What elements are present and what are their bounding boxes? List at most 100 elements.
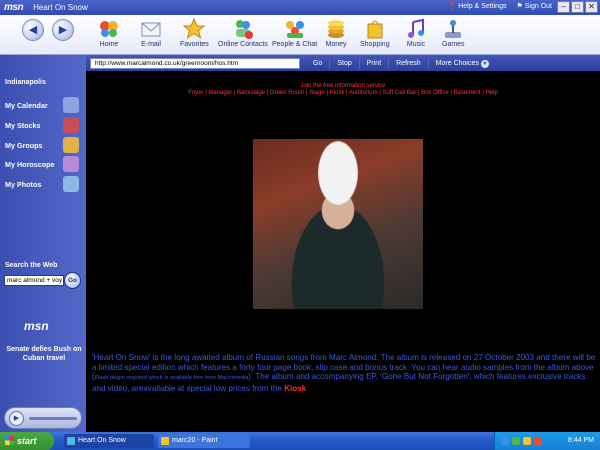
sidebar-item-label: My Horoscope <box>5 159 55 169</box>
clock-icon <box>63 97 79 113</box>
forward-button[interactable]: ▶ <box>52 19 74 41</box>
msn-window-icon <box>67 437 75 445</box>
kiosk-link[interactable]: Kiosk <box>284 384 306 393</box>
back-arrow-icon: ◀ <box>28 24 38 36</box>
contacts-icon <box>232 18 254 40</box>
toolbar-favorites[interactable]: Favorites <box>180 17 209 48</box>
toolbar-email[interactable]: E-mail <box>140 18 162 48</box>
network-icon[interactable] <box>501 437 509 445</box>
horoscope-icon <box>63 156 79 172</box>
sign-out-icon: ⚑ <box>516 3 523 10</box>
print-button[interactable]: Print <box>358 57 388 69</box>
envelope-icon <box>140 18 162 40</box>
sidebar-item-my-groups[interactable]: My Groups <box>5 137 81 153</box>
weather-city[interactable]: Indianapolis <box>5 79 46 86</box>
toolbar-people-chat-label: People & Chat <box>272 41 318 48</box>
toolbar-shopping-label: Shopping <box>360 41 390 48</box>
paint-icon <box>161 437 169 445</box>
address-bar: http://www.marcalmond.co.uk/greenroom/ho… <box>86 57 496 69</box>
toolbar-money[interactable]: Money <box>325 18 347 48</box>
star-icon <box>182 17 206 40</box>
close-button[interactable]: ✕ <box>585 1 598 13</box>
taskbar-item-heart-on-snow[interactable]: Heart On Snow <box>64 434 154 448</box>
taskbar: start Heart On Snow marc20 - Paint 8:44 … <box>0 432 600 450</box>
sidebar-item-my-calendar[interactable]: My Calendar <box>5 97 81 113</box>
more-choices-label: More Choices <box>435 59 479 67</box>
taskbar-item-paint[interactable]: marc20 - Paint <box>158 434 250 448</box>
chevron-down-icon: ▾ <box>480 59 489 68</box>
toolbar-online-contacts[interactable]: Online Contacts <box>218 18 268 48</box>
system-tray: 8:44 PM <box>494 432 600 450</box>
toolbar-online-contacts-label: Online Contacts <box>218 41 268 48</box>
sidebar-item-label: My Photos <box>5 179 42 189</box>
butterfly-icon <box>98 18 120 40</box>
toolbar-email-label: E-mail <box>141 41 161 48</box>
search-go-button[interactable]: Go <box>64 272 81 289</box>
more-choices-button[interactable]: More Choices ▾ <box>427 57 496 69</box>
task-label: Heart On Snow <box>78 437 126 444</box>
start-button[interactable]: start <box>0 432 54 450</box>
address-input[interactable]: http://www.marcalmond.co.uk/greenroom/ho… <box>90 57 300 69</box>
toolbar-games[interactable]: Games <box>442 18 465 48</box>
sidebar-item-my-stocks[interactable]: My Stocks <box>5 117 81 133</box>
album-photo <box>253 139 423 309</box>
forward-arrow-icon: ▶ <box>58 24 68 36</box>
people-icon <box>284 18 306 40</box>
refresh-button[interactable]: Refresh <box>388 57 428 69</box>
sign-out-label: Sign Out <box>524 2 552 10</box>
toolbar-money-label: Money <box>325 41 347 48</box>
toolbar-favorites-label: Favorites <box>180 41 209 48</box>
media-player: ▶ <box>4 407 82 429</box>
maximize-button[interactable]: □ <box>571 1 584 13</box>
stocks-chart-icon <box>63 117 79 133</box>
joystick-icon <box>442 18 464 40</box>
minimize-button[interactable]: – <box>557 1 570 13</box>
toolbar-games-label: Games <box>442 41 465 48</box>
messenger-icon[interactable] <box>512 437 520 445</box>
music-note-icon <box>405 18 427 40</box>
toolbar-home-label: Home <box>99 41 119 48</box>
search-web-label: Search the Web <box>5 262 58 269</box>
sidebar: Indianapolis My Calendar My Stocks My Gr… <box>0 55 86 432</box>
security-icon[interactable] <box>534 437 542 445</box>
volume-icon[interactable] <box>523 437 531 445</box>
web-page-content: Join the free information service Foyer … <box>86 71 600 432</box>
news-headline-link[interactable]: Senate defies Bush on Cuban travel <box>6 345 82 363</box>
stop-button[interactable]: Stop <box>329 57 358 69</box>
coins-icon <box>325 18 347 40</box>
help-icon: ❓ <box>447 3 457 10</box>
back-button[interactable]: ◀ <box>22 19 44 41</box>
join-link[interactable]: Join the free information service <box>86 83 600 89</box>
go-button[interactable]: Go <box>306 58 329 69</box>
site-nav-links[interactable]: Foyer | Manager | Backstage | Green Room… <box>86 90 600 96</box>
sign-out-button[interactable]: ⚑ Sign Out <box>516 2 552 11</box>
play-icon: ▶ <box>13 415 20 422</box>
clock: 8:44 PM <box>567 437 594 444</box>
toolbar-music-label: Music <box>406 41 426 48</box>
help-settings-button[interactable]: ❓ Help & Settings <box>447 2 507 11</box>
camera-icon <box>63 176 79 192</box>
play-button[interactable]: ▶ <box>9 411 24 426</box>
toolbar-home[interactable]: Home <box>98 18 120 48</box>
main-toolbar: ◀ ▶ Home E-mail Favorites Online Contact… <box>0 15 600 55</box>
search-input[interactable]: marc almond + voy <box>4 275 64 286</box>
msn-logo: msn <box>4 2 24 13</box>
msn-sidebar-logo: msn <box>24 319 49 333</box>
title-bar: msn Heart On Snow ❓ Help & Settings ⚑ Si… <box>0 0 600 15</box>
toolbar-music[interactable]: Music <box>405 18 427 48</box>
sidebar-item-my-horoscope[interactable]: My Horoscope <box>5 156 81 172</box>
windows-flag-icon <box>5 436 14 445</box>
groups-icon <box>63 137 79 153</box>
sidebar-item-label: My Stocks <box>5 120 41 130</box>
toolbar-shopping[interactable]: Shopping <box>360 18 390 48</box>
sidebar-item-my-photos[interactable]: My Photos <box>5 176 81 192</box>
sidebar-item-label: My Groups <box>5 140 43 150</box>
help-settings-label: Help & Settings <box>458 2 507 10</box>
volume-slider[interactable] <box>29 417 77 420</box>
shopping-bag-icon <box>364 18 386 40</box>
flash-plugin-note[interactable]: Flash plugin required which is available… <box>95 375 249 381</box>
sidebar-item-label: My Calendar <box>5 100 48 110</box>
toolbar-people-chat[interactable]: People & Chat <box>272 18 317 48</box>
task-label: marc20 - Paint <box>172 437 218 444</box>
window-title: Heart On Snow <box>33 3 88 12</box>
